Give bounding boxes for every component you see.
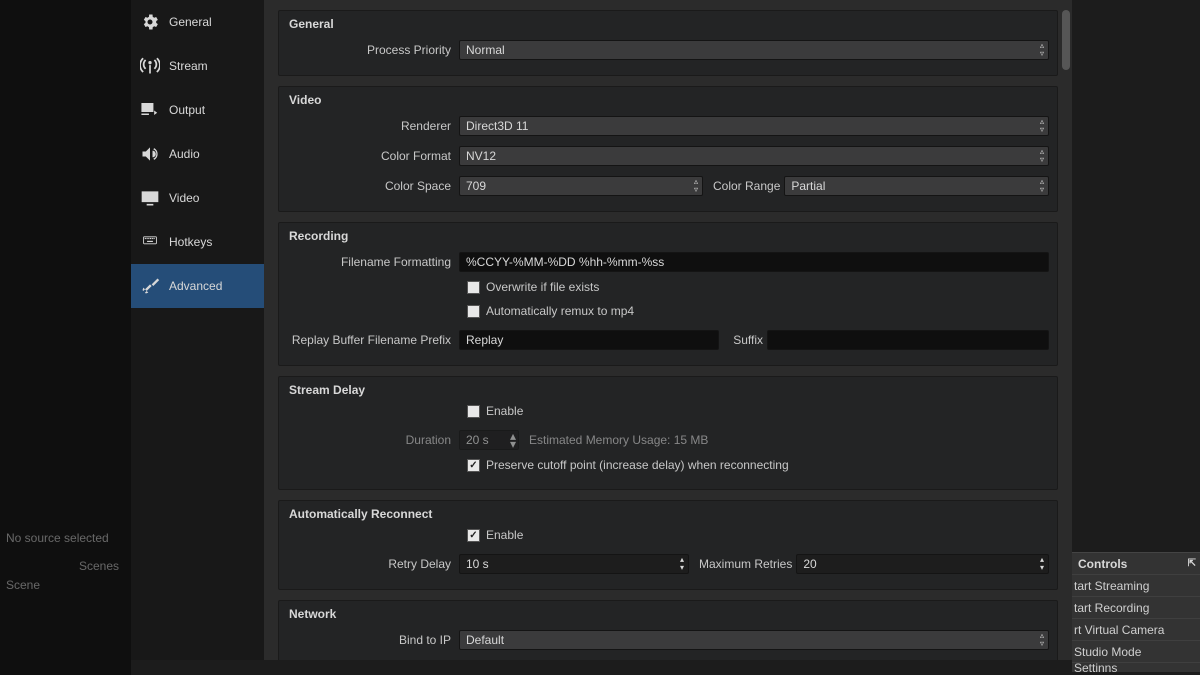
reconnect-enable-label: Enable — [486, 528, 523, 542]
sidebar-item-label: Stream — [169, 59, 208, 73]
tools-icon — [139, 275, 161, 297]
reconnect-enable-checkbox[interactable] — [467, 529, 480, 542]
select-value: Direct3D 11 — [466, 119, 528, 133]
renderer-select[interactable]: Direct3D 11▵▿ — [459, 116, 1049, 136]
sidebar-item-hotkeys[interactable]: Hotkeys — [131, 220, 264, 264]
group-auto-reconnect: Automatically Reconnect Enable Retry Del… — [278, 500, 1058, 590]
settings-modal: General Stream Output Audio Video Hotkey… — [131, 0, 1072, 660]
output-icon — [139, 99, 161, 121]
group-network: Network Bind to IP Default▵▿ — [278, 600, 1058, 660]
process-priority-label: Process Priority — [279, 43, 459, 57]
sidebar-item-advanced[interactable]: Advanced — [131, 264, 264, 308]
remux-checkbox[interactable] — [467, 305, 480, 318]
replay-suffix-input[interactable] — [767, 330, 1049, 350]
sidebar-item-label: Audio — [169, 147, 200, 161]
sidebar-item-label: General — [169, 15, 212, 29]
group-title: Recording — [279, 223, 1057, 245]
retry-delay-label: Retry Delay — [279, 557, 459, 571]
controls-panel: Controls⇱ tart Streaming tart Recording … — [1072, 552, 1200, 672]
sidebar-item-general[interactable]: General — [131, 0, 264, 44]
start-recording-button[interactable]: tart Recording — [1072, 596, 1200, 618]
gear-icon — [139, 11, 161, 33]
popout-icon[interactable]: ⇱ — [1188, 558, 1196, 569]
group-title: Network — [279, 601, 1057, 623]
group-video: Video Renderer Direct3D 11▵▿ Color Forma… — [278, 86, 1058, 212]
color-format-select[interactable]: NV12▵▿ — [459, 146, 1049, 166]
retry-delay-input[interactable]: 10 s▴▾ — [459, 554, 689, 574]
bind-ip-select[interactable]: Default▵▿ — [459, 630, 1049, 650]
antenna-icon — [139, 55, 161, 77]
overwrite-checkbox[interactable] — [467, 281, 480, 294]
memory-usage-label: Estimated Memory Usage: 15 MB — [529, 433, 708, 447]
scrollbar[interactable] — [1062, 10, 1070, 70]
group-title: Stream Delay — [279, 377, 1057, 399]
monitor-icon — [139, 187, 161, 209]
group-title: Video — [279, 87, 1057, 109]
color-space-label: Color Space — [279, 179, 459, 193]
color-range-select[interactable]: Partial▵▿ — [784, 176, 1049, 196]
duration-label: Duration — [279, 433, 459, 447]
replay-suffix-label: Suffix — [723, 333, 763, 347]
sidebar-item-audio[interactable]: Audio — [131, 132, 264, 176]
start-streaming-button[interactable]: tart Streaming — [1072, 574, 1200, 596]
sidebar-item-label: Video — [169, 191, 199, 205]
preserve-cutoff-label: Preserve cutoff point (increase delay) w… — [486, 458, 789, 472]
sidebar-item-label: Hotkeys — [169, 235, 212, 249]
replay-prefix-label: Replay Buffer Filename Prefix — [279, 333, 459, 347]
preserve-cutoff-checkbox[interactable] — [467, 459, 480, 472]
select-value: Normal — [466, 43, 505, 57]
filename-formatting-input[interactable]: %CCYY-%MM-%DD %hh-%mm-%ss — [459, 252, 1049, 272]
keyboard-icon — [139, 231, 161, 253]
process-priority-select[interactable]: Normal ▵▿ — [459, 40, 1049, 60]
group-title: General — [279, 11, 1057, 33]
bind-ip-label: Bind to IP — [279, 633, 459, 647]
stream-delay-enable-checkbox[interactable] — [467, 405, 480, 418]
group-title: Automatically Reconnect — [279, 501, 1057, 523]
settings-content: General Process Priority Normal ▵▿ Video… — [264, 0, 1072, 660]
sidebar-item-video[interactable]: Video — [131, 176, 264, 220]
max-retries-label: Maximum Retries — [699, 557, 792, 571]
remux-label: Automatically remux to mp4 — [486, 304, 634, 318]
sidebar-item-label: Output — [169, 103, 205, 117]
studio-mode-button[interactable]: Studio Mode — [1072, 640, 1200, 662]
duration-input[interactable]: 20 s▴▾ — [459, 430, 519, 450]
sidebar-item-stream[interactable]: Stream — [131, 44, 264, 88]
sidebar-item-output[interactable]: Output — [131, 88, 264, 132]
color-range-label: Color Range — [713, 179, 780, 193]
select-value: 709 — [466, 179, 486, 193]
max-retries-input[interactable]: 20▴▾ — [796, 554, 1049, 574]
group-general: General Process Priority Normal ▵▿ — [278, 10, 1058, 76]
color-space-select[interactable]: 709▵▿ — [459, 176, 703, 196]
select-value: Partial — [791, 179, 825, 193]
group-stream-delay: Stream Delay Enable Duration 20 s▴▾ Esti… — [278, 376, 1058, 490]
settings-button[interactable]: Settinns — [1072, 662, 1200, 672]
group-recording: Recording Filename Formatting %CCYY-%MM-… — [278, 222, 1058, 366]
speaker-icon — [139, 143, 161, 165]
overwrite-label: Overwrite if file exists — [486, 280, 599, 294]
settings-sidebar: General Stream Output Audio Video Hotkey… — [131, 0, 264, 660]
replay-prefix-input[interactable]: Replay — [459, 330, 719, 350]
filename-formatting-label: Filename Formatting — [279, 255, 459, 269]
renderer-label: Renderer — [279, 119, 459, 133]
select-value: NV12 — [466, 149, 496, 163]
sidebar-item-label: Advanced — [169, 279, 222, 293]
stream-delay-enable-label: Enable — [486, 404, 523, 418]
color-format-label: Color Format — [279, 149, 459, 163]
controls-header: Controls⇱ — [1072, 552, 1200, 574]
start-virtual-camera-button[interactable]: rt Virtual Camera — [1072, 618, 1200, 640]
